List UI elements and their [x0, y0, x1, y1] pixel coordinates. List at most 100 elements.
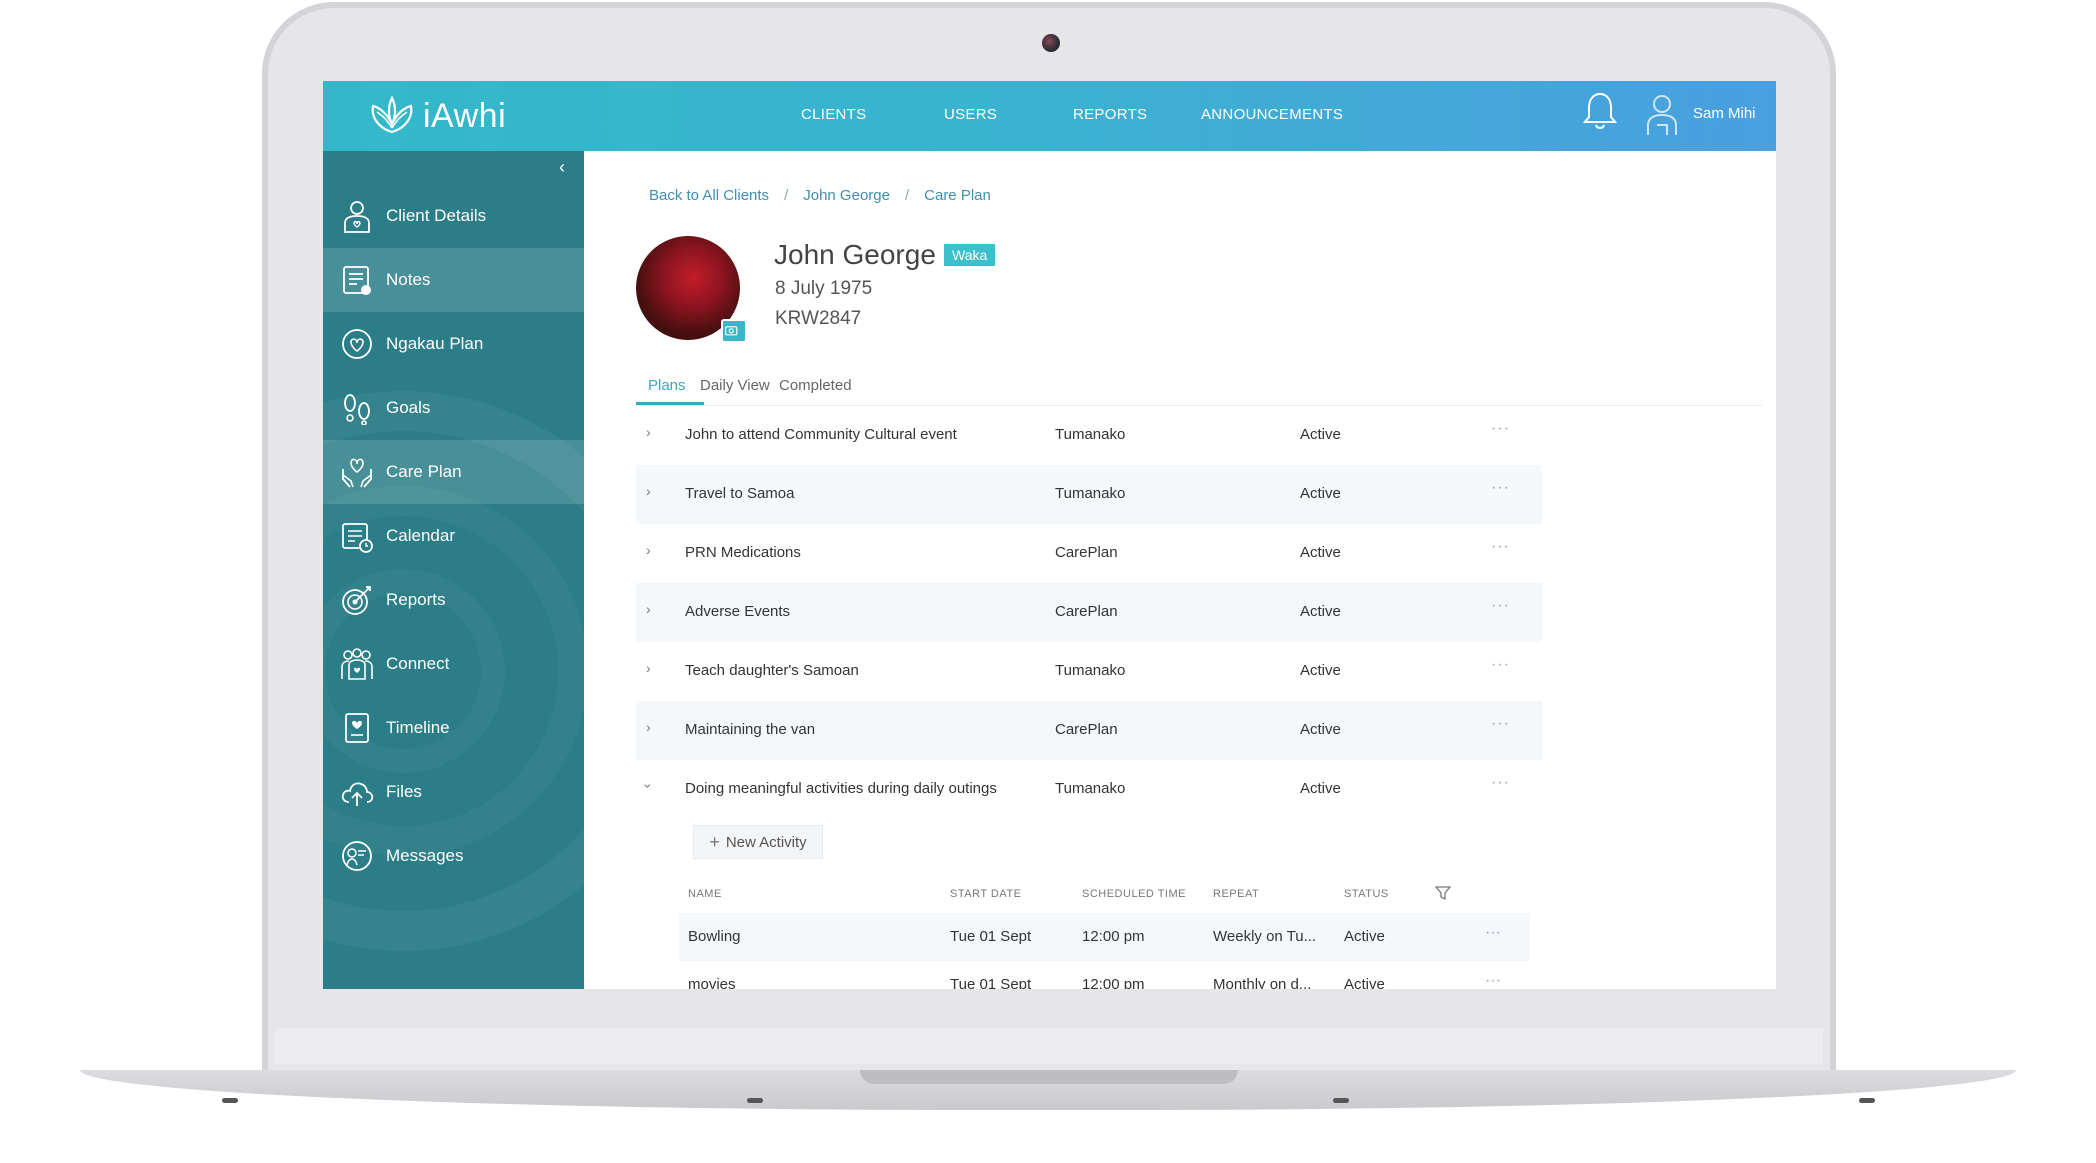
plan-name: Doing meaningful activities during daily…	[685, 780, 997, 797]
table-row[interactable]: › Travel to Samoa Tumanako Active ···	[636, 465, 1542, 524]
column-header-name[interactable]: NAME	[688, 888, 722, 900]
sidebar-item-label: Care Plan	[386, 462, 462, 481]
footsteps-icon	[344, 394, 370, 425]
sidebar-item-label: Goals	[386, 398, 431, 417]
filter-icon[interactable]	[1435, 885, 1451, 901]
active-tab-indicator	[636, 402, 704, 405]
plan-name: John to attend Community Cultural event	[685, 426, 957, 443]
activity-time: 12:00 pm	[1082, 976, 1145, 989]
cloud-upload-icon	[341, 782, 374, 806]
nav-users[interactable]: USERS	[944, 106, 997, 123]
table-row[interactable]: › John to attend Community Cultural even…	[636, 406, 1542, 465]
sidebar-item-label: Files	[386, 782, 422, 801]
more-options-icon[interactable]: ···	[1485, 924, 1501, 942]
more-options-icon[interactable]: ···	[1491, 656, 1510, 674]
heart-plan-icon	[342, 329, 372, 359]
care-hands-icon	[342, 458, 372, 488]
timeline-icon	[345, 713, 369, 743]
more-options-icon[interactable]: ···	[1491, 597, 1510, 615]
breadcrumb-current[interactable]: Care Plan	[924, 187, 991, 204]
column-header-start-date[interactable]: START DATE	[950, 888, 1021, 900]
plan-status: Active	[1300, 485, 1341, 502]
breadcrumb-separator: /	[784, 187, 789, 204]
sidebar-item-goals[interactable]: Goals	[323, 376, 584, 440]
more-options-icon[interactable]: ···	[1491, 715, 1510, 733]
table-row[interactable]: › PRN Medications CarePlan Active ···	[636, 524, 1542, 583]
sidebar-item-connect[interactable]: Connect	[323, 632, 584, 696]
webcam	[1042, 34, 1060, 52]
more-options-icon[interactable]: ···	[1485, 972, 1501, 989]
plan-status: Active	[1300, 544, 1341, 561]
logo-text: iAwhi	[423, 96, 507, 135]
tab-completed[interactable]: Completed	[779, 377, 852, 394]
more-options-icon[interactable]: ···	[1491, 479, 1510, 497]
sidebar-item-reports[interactable]: Reports	[323, 568, 584, 632]
table-row[interactable]: › Doing meaningful activities during dai…	[636, 760, 1542, 819]
breadcrumb-back-link[interactable]: Back to All Clients	[649, 187, 769, 204]
new-activity-label: New Activity	[725, 833, 807, 851]
sidebar-item-client-details[interactable]: Client Details	[323, 184, 584, 248]
sidebar-item-timeline[interactable]: Timeline	[323, 696, 584, 760]
bell-icon[interactable]	[1580, 89, 1620, 133]
plan-status: Active	[1300, 721, 1341, 738]
breadcrumb-client-link[interactable]: John George	[803, 187, 890, 204]
messages-icon	[342, 841, 372, 871]
client-name: John George	[774, 239, 936, 270]
plan-name: Travel to Samoa	[685, 485, 795, 502]
more-options-icon[interactable]: ···	[1491, 538, 1510, 556]
app-logo[interactable]: iAwhi	[367, 91, 506, 141]
notes-icon	[343, 266, 371, 295]
chevron-right-icon[interactable]: ›	[646, 424, 651, 440]
sidebar-item-care-plan[interactable]: Care Plan	[323, 440, 584, 504]
lotus-logo-icon	[371, 95, 413, 134]
user-name[interactable]: Sam Mihi	[1693, 105, 1756, 122]
chevron-right-icon[interactable]: ›	[646, 542, 651, 558]
camera-icon[interactable]	[721, 319, 747, 343]
activity-name: Bowling	[688, 928, 741, 945]
sidebar-item-ngakau-plan[interactable]: Ngakau Plan	[323, 312, 584, 376]
more-options-icon[interactable]: ···	[1491, 420, 1510, 438]
sidebar-item-messages[interactable]: Messages	[323, 824, 584, 888]
plan-type: CarePlan	[1055, 603, 1118, 620]
tab-daily-view[interactable]: Daily View	[700, 377, 770, 394]
table-row[interactable]: › Maintaining the van CarePlan Active ··…	[636, 701, 1542, 760]
breadcrumb-separator: /	[904, 187, 910, 204]
activity-repeat: Monthly on d...	[1213, 976, 1312, 989]
table-row[interactable]: › Teach daughter's Samoan Tumanako Activ…	[636, 642, 1542, 701]
laptop-foot	[1859, 1098, 1875, 1103]
chevron-right-icon[interactable]: ›	[646, 601, 651, 617]
sidebar-item-calendar[interactable]: Calendar	[323, 504, 584, 568]
nav-reports[interactable]: REPORTS	[1073, 106, 1147, 123]
chevron-right-icon[interactable]: ›	[646, 483, 651, 499]
nav-announcements[interactable]: ANNOUNCEMENTS	[1201, 106, 1343, 123]
table-row[interactable]: movies Tue 01 Sept 12:00 pm Monthly on d…	[679, 961, 1530, 989]
chevron-down-icon[interactable]: ›	[640, 784, 656, 789]
column-header-status[interactable]: STATUS	[1344, 888, 1389, 900]
sidebar-item-files[interactable]: Files	[323, 760, 584, 824]
column-header-repeat[interactable]: REPEAT	[1213, 888, 1259, 900]
more-options-icon[interactable]: ···	[1491, 774, 1510, 792]
laptop-notch	[860, 1070, 1238, 1084]
nav-clients[interactable]: CLIENTS	[801, 106, 866, 123]
laptop-chin	[275, 1028, 1823, 1064]
sidebar-item-notes[interactable]: Notes	[323, 248, 584, 312]
plan-name: Adverse Events	[685, 603, 791, 620]
plan-type: Tumanako	[1055, 662, 1126, 679]
sidebar-item-label: Reports	[386, 590, 446, 609]
client-dob: 8 July 1975	[775, 278, 873, 299]
sidebar-item-label: Connect	[386, 654, 450, 673]
column-header-scheduled-time[interactable]: SCHEDULED TIME	[1082, 888, 1186, 900]
user-avatar-icon[interactable]	[1645, 91, 1679, 137]
tab-plans[interactable]: Plans	[648, 377, 686, 394]
sidebar-item-label: Messages	[386, 846, 464, 865]
new-activity-button[interactable]: + New Activity	[693, 825, 823, 859]
table-row[interactable]: › Adverse Events CarePlan Active ···	[636, 583, 1542, 642]
table-row[interactable]: Bowling Tue 01 Sept 12:00 pm Weekly on T…	[679, 913, 1530, 961]
sidebar-collapse-button[interactable]: ‹	[559, 157, 565, 178]
plan-name: Maintaining the van	[685, 721, 816, 738]
plan-type: CarePlan	[1055, 544, 1118, 561]
plan-status: Active	[1300, 426, 1341, 443]
activity-status: Active	[1344, 928, 1385, 945]
chevron-right-icon[interactable]: ›	[646, 660, 651, 676]
chevron-right-icon[interactable]: ›	[646, 719, 651, 735]
